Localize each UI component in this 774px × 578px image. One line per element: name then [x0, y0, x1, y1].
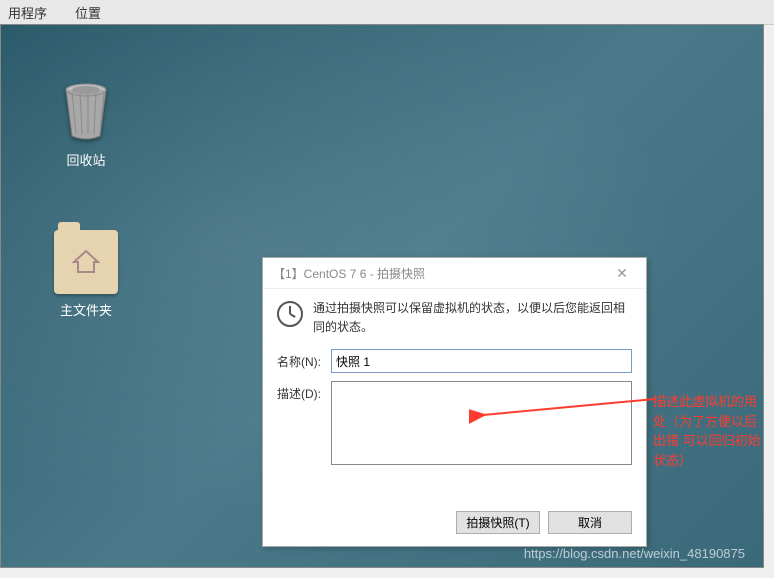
description-label: 描述(D):: [277, 381, 331, 402]
snapshot-description-input[interactable]: [331, 381, 632, 465]
dialog-info-text: 通过拍摄快照可以保留虚拟机的状态，以便以后您能返回相同的状态。: [313, 299, 632, 337]
dialog-title-text: 【1】CentOS 7 6 - 拍摄快照: [273, 265, 425, 282]
cancel-button[interactable]: 取消: [548, 511, 632, 534]
desktop-icon-trash-label: 回收站: [41, 150, 131, 169]
trash-icon: [54, 80, 118, 144]
name-label: 名称(N):: [277, 349, 331, 370]
close-icon[interactable]: ✕: [608, 265, 636, 282]
snapshot-dialog: 【1】CentOS 7 6 - 拍摄快照 ✕ 通过拍摄快照可以保留虚拟机的状态，…: [262, 257, 647, 547]
snapshot-name-input[interactable]: [331, 349, 632, 373]
desktop-icon-home-label: 主文件夹: [41, 300, 131, 319]
menu-programs[interactable]: 用程序: [8, 3, 47, 22]
menu-location[interactable]: 位置: [75, 3, 101, 22]
desktop: 回收站 主文件夹 【1】CentOS 7 6 - 拍摄快照 ✕ 通过拍摄快照可以…: [0, 24, 764, 568]
annotation-text: 描述此虚拟机的用处（为了方便以后出错 可以回归初始状态）: [653, 392, 763, 470]
folder-home-icon: [54, 230, 118, 294]
desktop-icon-trash[interactable]: 回收站: [41, 80, 131, 169]
menubar: 用程序 位置: [0, 0, 774, 25]
dialog-titlebar: 【1】CentOS 7 6 - 拍摄快照 ✕: [263, 258, 646, 289]
desktop-icon-home[interactable]: 主文件夹: [41, 230, 131, 319]
watermark: https://blog.csdn.net/weixin_48190875: [524, 546, 745, 561]
clock-icon: [277, 301, 303, 327]
take-snapshot-button[interactable]: 拍摄快照(T): [456, 511, 540, 534]
